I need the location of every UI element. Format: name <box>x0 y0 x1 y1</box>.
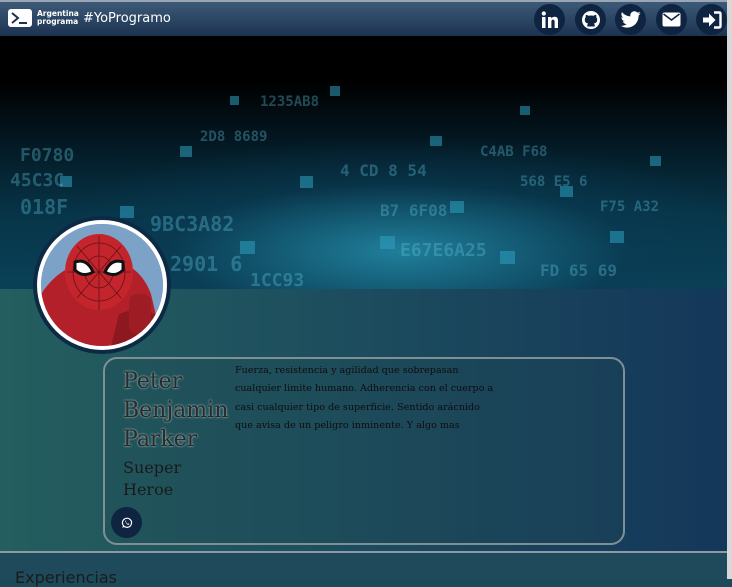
profile-card: Peter Benjamin Parker Sueper Heroe Fuerz… <box>103 357 625 545</box>
linkedin-button[interactable] <box>534 4 565 35</box>
svg-text:1235AB8: 1235AB8 <box>260 94 319 110</box>
role-line-1: Sueper <box>123 458 182 477</box>
svg-text:F75 A32: F75 A32 <box>600 199 659 215</box>
top-navbar: Argentina programa #YoProgramo <box>0 0 727 36</box>
whatsapp-button[interactable] <box>111 507 142 538</box>
svg-text:4 CD 8 54: 4 CD 8 54 <box>340 161 427 180</box>
svg-text:1CC93: 1CC93 <box>250 270 304 289</box>
svg-text:45C3C: 45C3C <box>10 170 64 191</box>
svg-text:9BC3A82: 9BC3A82 <box>150 212 234 236</box>
whatsapp-icon <box>121 517 132 528</box>
profile-name: Peter Benjamin Parker <box>123 367 233 454</box>
svg-text:B7 6F08: B7 6F08 <box>380 201 447 220</box>
github-button[interactable] <box>575 4 606 35</box>
svg-text:018F: 018F <box>20 195 68 219</box>
login-button[interactable] <box>696 4 727 35</box>
profile-description: Fuerza, resistencia y agilidad que sobre… <box>235 365 494 431</box>
sign-in-icon <box>702 10 722 29</box>
brand-logo[interactable]: Argentina programa <box>37 10 79 26</box>
last-name: Parker <box>123 427 198 452</box>
role-line-2: Heroe <box>123 480 174 499</box>
svg-text:C4AB F68: C4AB F68 <box>480 144 547 160</box>
svg-text:F0780: F0780 <box>20 145 74 166</box>
profile-role: Sueper Heroe <box>123 457 203 501</box>
twitter-button[interactable] <box>615 4 646 35</box>
brand-line-2: programa <box>37 17 79 26</box>
svg-text:2901 6: 2901 6 <box>170 252 242 276</box>
email-button[interactable] <box>656 4 687 35</box>
linkedin-icon <box>541 10 558 28</box>
svg-text:568 E5 6: 568 E5 6 <box>520 174 587 190</box>
page-scrollbar[interactable] <box>727 0 732 579</box>
github-icon <box>581 10 600 29</box>
svg-text:FD 65 69: FD 65 69 <box>540 261 617 280</box>
envelope-icon <box>662 12 681 27</box>
svg-text:2D8 8689: 2D8 8689 <box>200 129 267 145</box>
middle-name: Benjamin <box>123 398 229 423</box>
first-name: Peter <box>123 369 183 394</box>
spiderman-portrait <box>41 224 163 346</box>
twitter-icon <box>620 11 640 28</box>
experience-title: Experiencias <box>15 568 117 587</box>
hashtag-title: #YoProgramo <box>83 11 171 26</box>
svg-text:E67E6A25: E67E6A25 <box>400 240 487 261</box>
terminal-logo-icon[interactable] <box>8 9 32 27</box>
profile-avatar <box>33 216 171 354</box>
